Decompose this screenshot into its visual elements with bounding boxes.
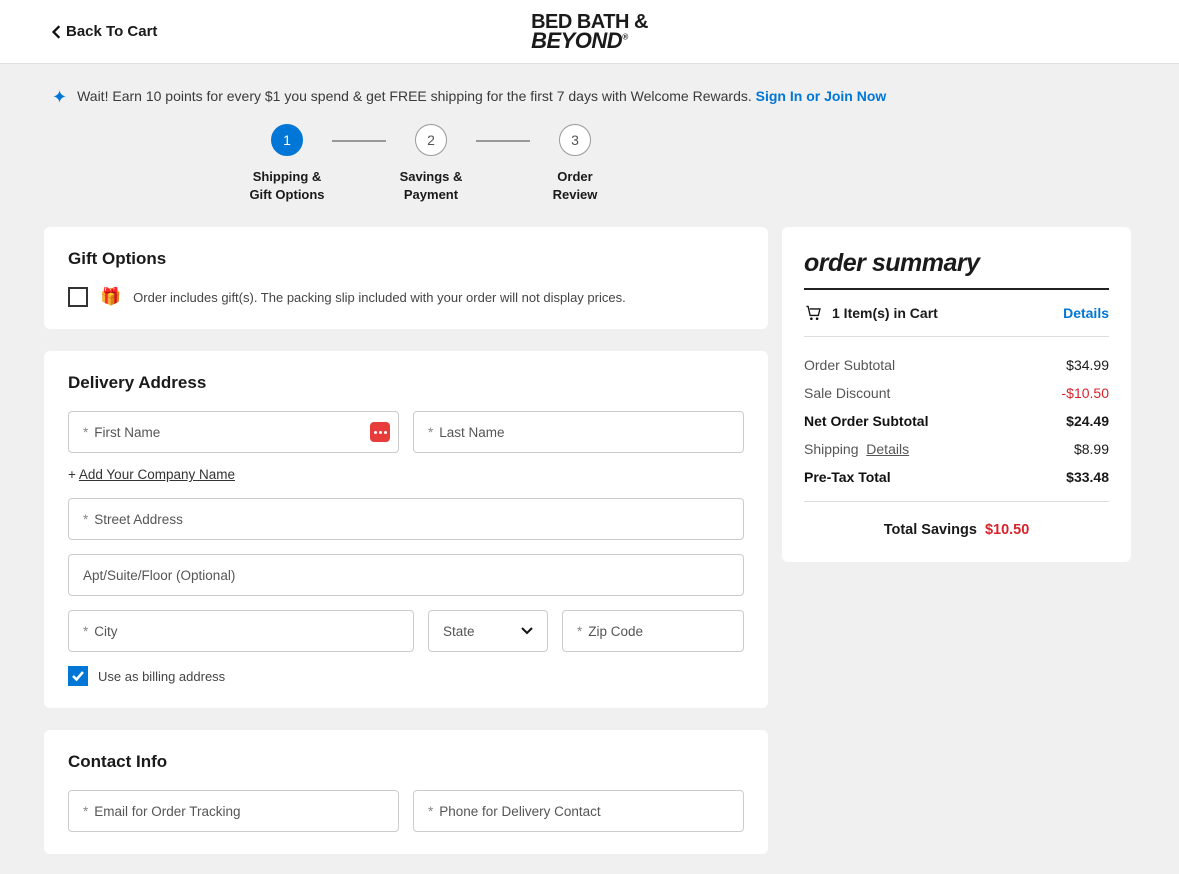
step-shipping[interactable]: 1 Shipping & Gift Options — [242, 124, 332, 203]
contact-info-card: Contact Info * Email for Order Tracking … — [44, 730, 768, 854]
total-savings-amount: $10.50 — [985, 522, 1029, 538]
gift-options-card: Gift Options 🎁 Order includes gift(s). T… — [44, 227, 768, 329]
first-name-placeholder: First Name — [94, 425, 160, 440]
add-company-link[interactable]: + Add Your Company Name — [68, 467, 744, 482]
pretax-val: $33.48 — [1066, 469, 1109, 485]
back-to-cart-link[interactable]: Back To Cart — [52, 23, 157, 40]
gift-description: Order includes gift(s). The packing slip… — [133, 290, 626, 305]
step-payment[interactable]: 2 Savings & Payment — [386, 124, 476, 203]
header: Back To Cart BED BATH & BEYOND® — [0, 0, 1179, 64]
subtotal-val: $34.99 — [1066, 357, 1109, 373]
step1-l2: Gift Options — [249, 187, 324, 202]
summary-rows: Order Subtotal $34.99 Sale Discount -$10… — [804, 337, 1109, 502]
use-billing-checkbox[interactable] — [68, 666, 88, 686]
back-label: Back To Cart — [66, 23, 157, 40]
contact-heading: Contact Info — [68, 752, 744, 772]
add-company-prefix: + — [68, 467, 79, 482]
checkout-stepper: 1 Shipping & Gift Options 2 Savings & Paym… — [0, 106, 1179, 227]
banner-text: Wait! Earn 10 points for every $1 you sp… — [77, 88, 756, 104]
row-net-subtotal: Net Order Subtotal $24.49 — [804, 407, 1109, 435]
ship-val: $8.99 — [1074, 441, 1109, 457]
row-pretax-total: Pre-Tax Total $33.48 — [804, 463, 1109, 491]
cart-items-row: 1 Item(s) in Cart Details — [804, 290, 1109, 337]
step3-l2: Review — [553, 187, 598, 202]
delivery-address-card: Delivery Address * First Name * Last Nam… — [44, 351, 768, 708]
state-select[interactable]: State — [428, 610, 548, 652]
logo-reg-mark: ® — [622, 32, 627, 41]
step-connector — [476, 140, 530, 142]
left-column: Gift Options 🎁 Order includes gift(s). T… — [44, 227, 768, 854]
step2-l2: Payment — [404, 187, 458, 202]
last-name-field[interactable]: * Last Name — [413, 411, 744, 453]
sign-in-join-link[interactable]: Sign In or Join Now — [756, 88, 887, 104]
total-savings-label: Total Savings — [884, 522, 977, 538]
city-placeholder: City — [94, 624, 117, 639]
chevron-left-icon — [52, 25, 62, 39]
gift-checkbox[interactable] — [68, 287, 88, 307]
first-name-field[interactable]: * First Name — [68, 411, 399, 453]
net-label: Net Order Subtotal — [804, 413, 928, 429]
step-review[interactable]: 3 Order Review — [530, 124, 620, 203]
zip-code-field[interactable]: * Zip Code — [562, 610, 744, 652]
last-name-placeholder: Last Name — [439, 425, 504, 440]
step3-l1: Order — [557, 169, 592, 184]
delivery-heading: Delivery Address — [68, 373, 744, 393]
step-connector — [332, 140, 386, 142]
cart-details-link[interactable]: Details — [1063, 305, 1109, 321]
email-placeholder: Email for Order Tracking — [94, 804, 240, 819]
row-order-subtotal: Order Subtotal $34.99 — [804, 351, 1109, 379]
step2-l1: Savings & — [400, 169, 463, 184]
step1-l1: Shipping & — [253, 169, 322, 184]
cart-icon — [804, 304, 822, 322]
pretax-label: Pre-Tax Total — [804, 469, 891, 485]
logo-line2: BEYOND — [531, 28, 622, 53]
street-address-field[interactable]: * Street Address — [68, 498, 744, 540]
main-content: Gift Options 🎁 Order includes gift(s). T… — [0, 227, 1179, 874]
step-circle-3: 3 — [559, 124, 591, 156]
summary-title: order summary — [804, 249, 1109, 290]
rewards-banner: ✦ Wait! Earn 10 points for every $1 you … — [0, 64, 1179, 106]
zip-placeholder: Zip Code — [588, 624, 643, 639]
state-placeholder: State — [443, 624, 475, 639]
email-field[interactable]: * Email for Order Tracking — [68, 790, 399, 832]
step-circle-1: 1 — [271, 124, 303, 156]
password-manager-icon[interactable] — [370, 422, 390, 442]
row-shipping: Shipping Details $8.99 — [804, 435, 1109, 463]
subtotal-label: Order Subtotal — [804, 357, 895, 373]
gift-heading: Gift Options — [68, 249, 744, 269]
phone-field[interactable]: * Phone for Delivery Contact — [413, 790, 744, 832]
use-billing-label: Use as billing address — [98, 669, 225, 684]
check-icon — [71, 669, 85, 683]
sale-val: -$10.50 — [1062, 385, 1109, 401]
shipping-details-link[interactable]: Details — [866, 441, 909, 457]
add-company-text: Add Your Company Name — [79, 467, 235, 482]
net-val: $24.49 — [1066, 413, 1109, 429]
apt-placeholder: Apt/Suite/Floor (Optional) — [83, 568, 235, 583]
step-circle-2: 2 — [415, 124, 447, 156]
phone-placeholder: Phone for Delivery Contact — [439, 804, 600, 819]
street-placeholder: Street Address — [94, 512, 183, 527]
apt-suite-field[interactable]: Apt/Suite/Floor (Optional) — [68, 554, 744, 596]
gift-icon: 🎁 — [100, 287, 121, 307]
order-summary-card: order summary 1 Item(s) in Cart Details … — [782, 227, 1131, 562]
checkout-page: Back To Cart BED BATH & BEYOND® ✦ Wait! … — [0, 0, 1179, 874]
total-savings-row: Total Savings $10.50 — [804, 502, 1109, 538]
cart-items-label: 1 Item(s) in Cart — [832, 305, 938, 321]
brand-logo: BED BATH & BEYOND® — [531, 13, 648, 51]
ship-label: Shipping — [804, 441, 859, 457]
chevron-down-icon — [521, 627, 533, 635]
city-field[interactable]: * City — [68, 610, 414, 652]
row-sale-discount: Sale Discount -$10.50 — [804, 379, 1109, 407]
sale-label: Sale Discount — [804, 385, 890, 401]
right-column: order summary 1 Item(s) in Cart Details … — [782, 227, 1131, 562]
sparkle-icon: ✦ — [52, 88, 67, 106]
